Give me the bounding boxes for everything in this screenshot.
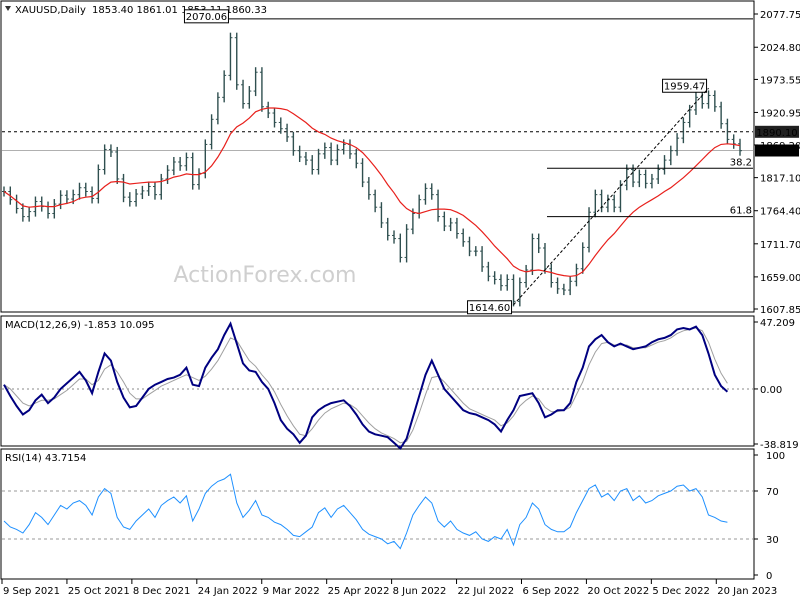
symbol-label: XAUUSD,Daily — [15, 5, 86, 16]
date-tick-label: 8 Jun 2022 — [393, 586, 447, 597]
rsi-tick-label: 30 — [766, 535, 779, 546]
rsi-tick-label: 0 — [766, 571, 772, 582]
watermark: ActionForex.com — [174, 263, 357, 288]
price-label: 1959.47 — [664, 81, 705, 92]
price-tick-label: 1764.40 — [760, 207, 800, 218]
collapse-triangle-icon — [5, 6, 11, 11]
price-tick-label: 2077.75 — [760, 10, 800, 21]
date-tick-label: 25 Oct 2021 — [68, 586, 130, 597]
price-axis: 2077.75 2024.80 1973.55 1920.95 1869.20 1817.… — [754, 10, 800, 316]
trendline — [513, 87, 709, 306]
price-tick-label: 1607.85 — [760, 305, 800, 316]
macd-tick-label: -38.819 — [760, 440, 799, 451]
date-tick-label: 20 Oct 2022 — [587, 586, 649, 597]
price-tick-label: 2024.80 — [760, 43, 800, 54]
date-axis: 9 Sep 2021 25 Oct 2021 8 Dec 2021 24 Jan 20… — [1, 579, 777, 597]
rsi-tick-label: 70 — [766, 487, 779, 498]
macd-panel-frame — [0, 315, 755, 447]
date-tick-label: 9 Mar 2022 — [263, 586, 320, 597]
macd-indicator — [2, 321, 753, 451]
date-tick-label: 25 Apr 2022 — [328, 586, 390, 597]
rsi-line — [3, 473, 728, 550]
date-tick-label: 24 Jan 2022 — [198, 586, 258, 597]
macd-tick-label: 0.00 — [760, 385, 782, 396]
date-tick-label: 22 Jul 2022 — [458, 586, 515, 597]
rsi-panel-frame — [0, 448, 755, 580]
date-tick-label: 9 Sep 2021 — [3, 586, 60, 597]
macd-tick-label: 47.209 — [760, 318, 795, 329]
price-tick-label: 1659.00 — [760, 273, 800, 284]
macd-line — [3, 321, 729, 451]
date-tick-label: 20 Jan 2023 — [717, 586, 777, 597]
date-tick-label: 8 Dec 2021 — [133, 586, 191, 597]
price-bars — [2, 32, 742, 307]
rsi-tick-label: 100 — [766, 451, 785, 462]
macd-axis: 47.209 0.00 -38.819 — [754, 318, 799, 451]
price-tick-label: 1711.70 — [760, 240, 800, 251]
price-tick-label: 1817.10 — [760, 174, 800, 185]
price-tick-label: 1869.20 — [760, 141, 800, 152]
rsi-label: RSI(14) 43.7154 — [5, 453, 86, 464]
date-tick-label: 6 Sep 2022 — [522, 586, 579, 597]
ma-line — [3, 107, 741, 277]
ohlc-values: 1853.40 1861.01 1853.11 1860.33 — [92, 5, 267, 16]
price-panel-frame — [0, 0, 755, 313]
moving-average — [3, 107, 741, 277]
rsi-indicator — [2, 473, 753, 550]
price-gridlines — [2, 18, 753, 151]
price-tick-label: 1920.95 — [760, 108, 800, 119]
price-tick-label: 1973.55 — [760, 75, 800, 86]
forex-chart: ActionForex.com XAUUSD,Daily 1853.40 186… — [0, 0, 800, 597]
fib-label: 38.2 — [730, 157, 752, 168]
fib-label: 61.8 — [730, 206, 752, 217]
tag-text: 1890.10 — [756, 128, 797, 139]
macd-label: MACD(12,26,9) -1.853 10.095 — [5, 320, 155, 331]
chart-window: ActionForex.com XAUUSD,Daily 1853.40 186… — [0, 0, 800, 600]
price-label: 1614.60 — [469, 303, 510, 314]
date-tick-label: 5 Dec 2022 — [652, 586, 710, 597]
rsi-axis: 100 70 30 0 — [754, 451, 785, 582]
price-label: 2070.06 — [186, 12, 227, 23]
